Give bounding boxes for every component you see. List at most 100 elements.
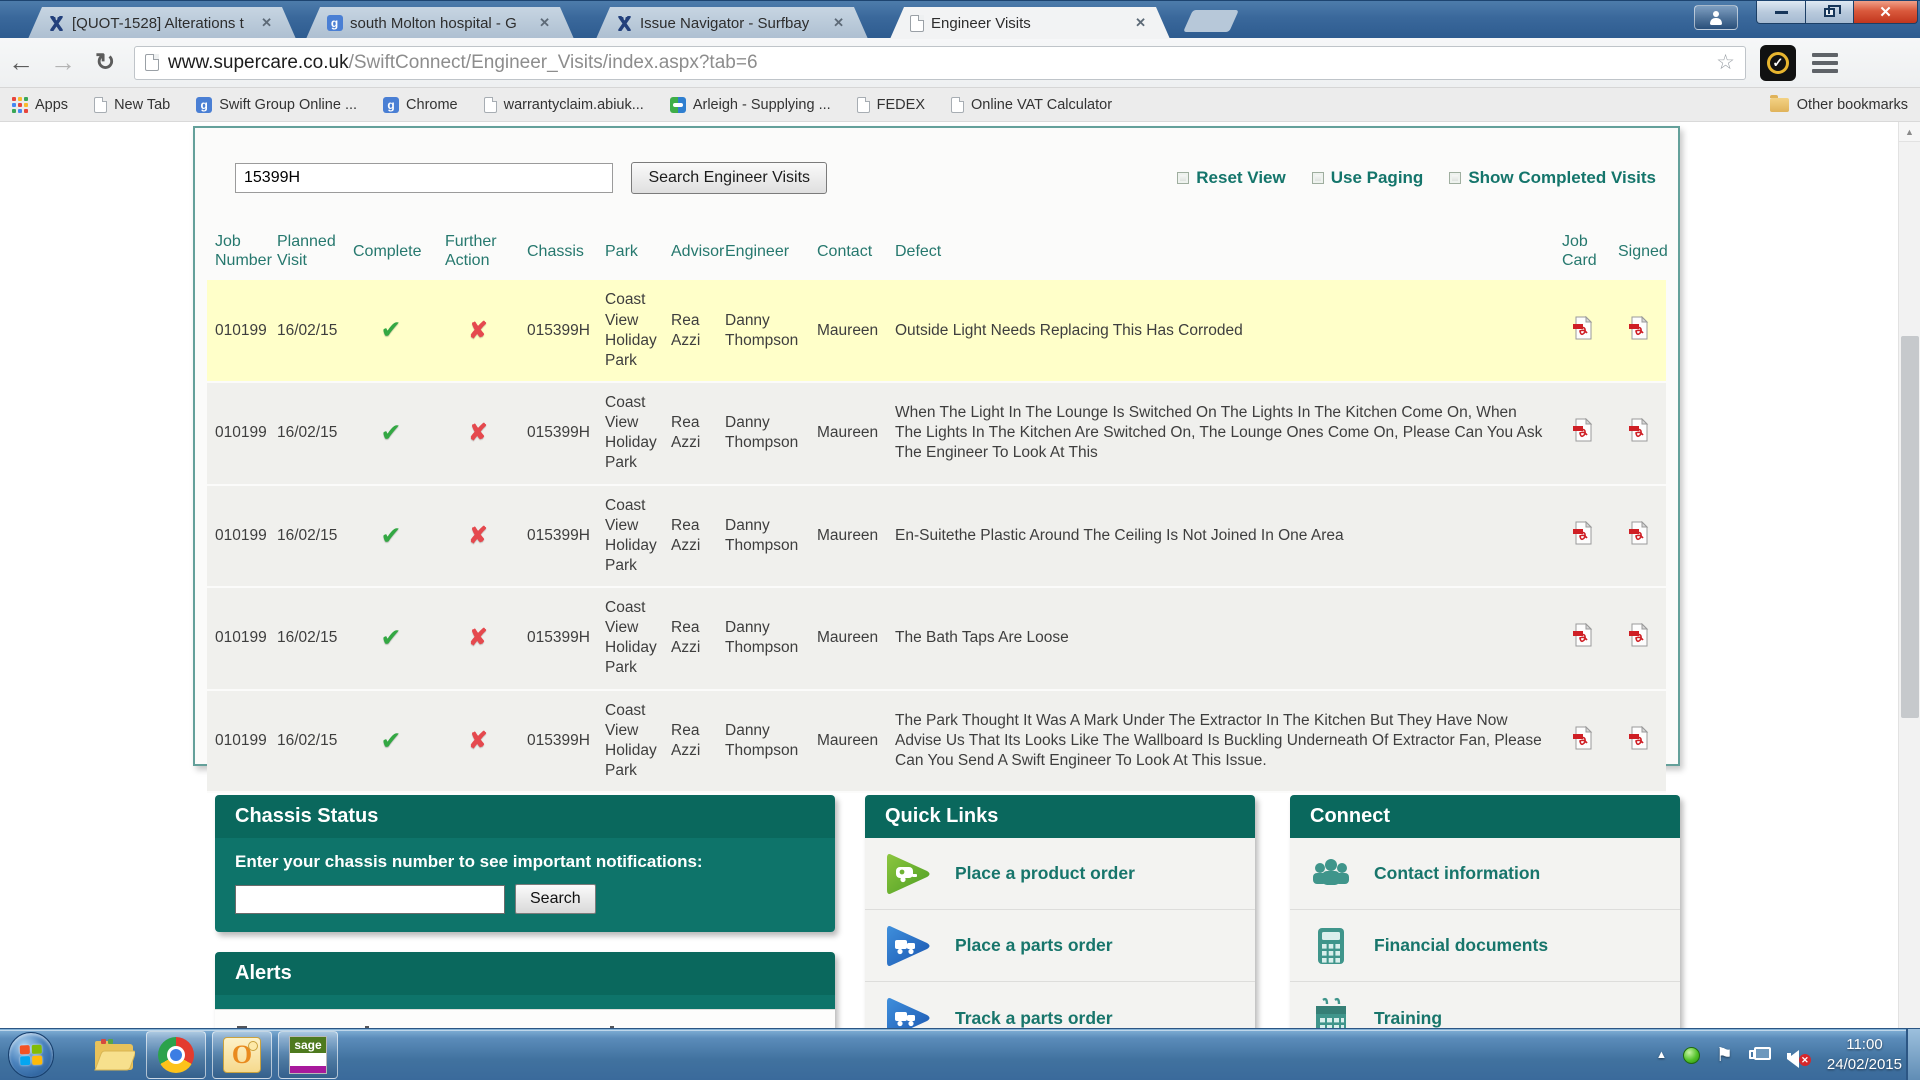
tab-title: [QUOT-1528] Alterations t	[72, 15, 244, 32]
job-card-pdf-icon[interactable]	[1572, 316, 1593, 340]
job-card-pdf-icon[interactable]	[1572, 521, 1593, 545]
forward-button[interactable]: →	[42, 47, 84, 78]
park-cell: Coast View Holiday Park	[597, 690, 663, 793]
signed-pdf-icon[interactable]	[1628, 316, 1649, 340]
search-engineer-visits-button[interactable]: Search Engineer Visits	[631, 162, 827, 194]
visit-row[interactable]: 010199 16/02/15 015399H Coast View Holid…	[207, 485, 1666, 588]
new-tab-button[interactable]	[1183, 10, 1239, 32]
bookmark-warrantyclaim[interactable]: warrantyclaim.abiuk...	[484, 97, 644, 113]
bookmark-vat-calculator[interactable]: Online VAT Calculator	[951, 97, 1112, 113]
bookmark-chrome[interactable]: g Chrome	[383, 97, 458, 113]
show-hidden-icons-button[interactable]: ▲	[1656, 1049, 1667, 1061]
tab-engineer-visits-active[interactable]: Engineer Visits ✕	[890, 7, 1170, 39]
job-number-cell: 010199	[207, 280, 269, 382]
restore-button[interactable]	[1806, 1, 1854, 24]
bookmark-swift-group[interactable]: g Swift Group Online ...	[196, 97, 357, 113]
job-number-cell: 010199	[207, 382, 269, 485]
show-desktop-button[interactable]	[1906, 1029, 1920, 1080]
chassis-search-button[interactable]: Search	[515, 884, 596, 914]
signed-pdf-icon[interactable]	[1628, 521, 1649, 545]
signed-cell	[1610, 587, 1666, 690]
tab-close-icon[interactable]: ✕	[831, 15, 846, 31]
job-card-pdf-icon[interactable]	[1572, 726, 1593, 750]
bookmark-new-tab[interactable]: New Tab	[94, 97, 170, 113]
visit-row[interactable]: 010199 16/02/15 015399H Coast View Holid…	[207, 690, 1666, 793]
bookmark-fedex[interactable]: FEDEX	[857, 97, 925, 113]
use-paging-link[interactable]: Use Paging	[1312, 168, 1424, 188]
job-card-cell	[1554, 280, 1610, 382]
contact-information-link[interactable]: Contact information	[1290, 838, 1680, 910]
job-card-pdf-icon[interactable]	[1572, 623, 1593, 647]
volume-muted-icon[interactable]: ✕	[1787, 1046, 1811, 1064]
contact-cell: Maureen	[809, 382, 887, 485]
visit-row[interactable]: 010199 16/02/15 015399H Coast View Holid…	[207, 280, 1666, 382]
windows-taskbar: O sage ▲ ⚑ ✕ 11:00 24/02/2015	[0, 1028, 1920, 1080]
scroll-up-arrow[interactable]: ▲	[1899, 122, 1920, 142]
financial-documents-link[interactable]: Financial documents	[1290, 910, 1680, 982]
tab-close-icon[interactable]: ✕	[259, 15, 274, 31]
show-completed-icon	[1449, 172, 1461, 184]
reset-view-link[interactable]: Reset View	[1177, 168, 1285, 188]
show-completed-visits-link[interactable]: Show Completed Visits	[1449, 168, 1656, 188]
engineer-cell: Danny Thompson	[717, 587, 809, 690]
tab-title: Issue Navigator - Surfbay	[640, 15, 809, 32]
person-icon	[1709, 11, 1723, 25]
place-parts-order-link[interactable]: Place a parts order	[865, 910, 1255, 982]
page-icon	[484, 97, 497, 113]
training-link[interactable]: Training	[1290, 982, 1680, 1028]
bookmarks-bar: Apps New Tab g Swift Group Online ... g …	[0, 88, 1920, 122]
signed-pdf-icon[interactable]	[1628, 418, 1649, 442]
taskbar-explorer-button[interactable]	[84, 1031, 144, 1079]
bookmark-star-icon[interactable]: ☆	[1716, 50, 1735, 75]
action-center-flag-icon[interactable]: ⚑	[1716, 1044, 1733, 1067]
scroll-thumb[interactable]	[1901, 336, 1919, 718]
menu-button[interactable]	[1812, 53, 1838, 73]
other-bookmarks[interactable]: Other bookmarks	[1770, 97, 1908, 113]
chassis-cell: 015399H	[519, 587, 597, 690]
job-card-pdf-icon[interactable]	[1572, 418, 1593, 442]
check-icon: ✓	[1767, 52, 1789, 74]
profile-button[interactable]	[1694, 5, 1738, 30]
close-button[interactable]: ✕	[1854, 1, 1918, 24]
address-bar[interactable]: www.supercare.co.uk/SwiftConnect/Enginee…	[134, 46, 1746, 80]
sage-icon: sage	[289, 1036, 327, 1074]
visit-row[interactable]: 010199 16/02/15 015399H Coast View Holid…	[207, 382, 1666, 485]
reload-button[interactable]: ↻	[84, 48, 126, 77]
browser-titlebar: [QUOT-1528] Alterations t ✕ g south Molt…	[0, 0, 1920, 38]
start-button[interactable]	[8, 1032, 54, 1078]
planned-visit-cell: 16/02/15	[269, 280, 345, 382]
visit-search-input[interactable]	[235, 163, 613, 193]
tab-close-icon[interactable]: ✕	[537, 15, 552, 31]
tab-close-icon[interactable]: ✕	[1133, 15, 1148, 31]
contact-cell: Maureen	[809, 485, 887, 588]
back-button[interactable]: ←	[0, 47, 42, 78]
view-links: Reset View Use Paging Show Completed Vis…	[1177, 168, 1656, 188]
chassis-cell: 015399H	[519, 485, 597, 588]
tab-quot-1528[interactable]: [QUOT-1528] Alterations t ✕	[28, 7, 296, 39]
visit-row[interactable]: 010199 16/02/15 015399H Coast View Holid…	[207, 587, 1666, 690]
browser-toolbar: ← → ↻ www.supercare.co.uk/SwiftConnect/E…	[0, 38, 1920, 88]
bookmark-arleigh[interactable]: Arleigh - Supplying ...	[670, 97, 831, 113]
vertical-scrollbar[interactable]: ▲	[1898, 122, 1920, 1028]
place-product-order-link[interactable]: Place a product order	[865, 838, 1255, 910]
chassis-status-title: Chassis Status	[215, 795, 835, 838]
chassis-cell: 015399H	[519, 382, 597, 485]
track-parts-order-link[interactable]: Track a parts order	[865, 982, 1255, 1028]
taskbar-clock[interactable]: 11:00 24/02/2015	[1827, 1035, 1902, 1076]
taskbar-sage-button[interactable]: sage	[278, 1031, 338, 1079]
network-icon[interactable]	[1749, 1047, 1771, 1064]
signed-cell	[1610, 485, 1666, 588]
signed-pdf-icon[interactable]	[1628, 726, 1649, 750]
tab-title: south Molton hospital - G	[350, 15, 517, 32]
chassis-number-input[interactable]	[235, 885, 505, 914]
tray-status-orb-icon[interactable]	[1683, 1047, 1700, 1064]
taskbar-outlook-button[interactable]: O	[212, 1031, 272, 1079]
signed-pdf-icon[interactable]	[1628, 623, 1649, 647]
tab-south-molton[interactable]: g south Molton hospital - G ✕	[306, 7, 574, 39]
taskbar-chrome-button[interactable]	[146, 1031, 206, 1079]
extension-button[interactable]: ✓	[1760, 45, 1796, 81]
minimize-button[interactable]	[1756, 1, 1806, 24]
bookmark-apps[interactable]: Apps	[12, 97, 68, 113]
tab-issue-navigator[interactable]: Issue Navigator - Surfbay ✕	[596, 7, 868, 39]
park-cell: Coast View Holiday Park	[597, 280, 663, 382]
